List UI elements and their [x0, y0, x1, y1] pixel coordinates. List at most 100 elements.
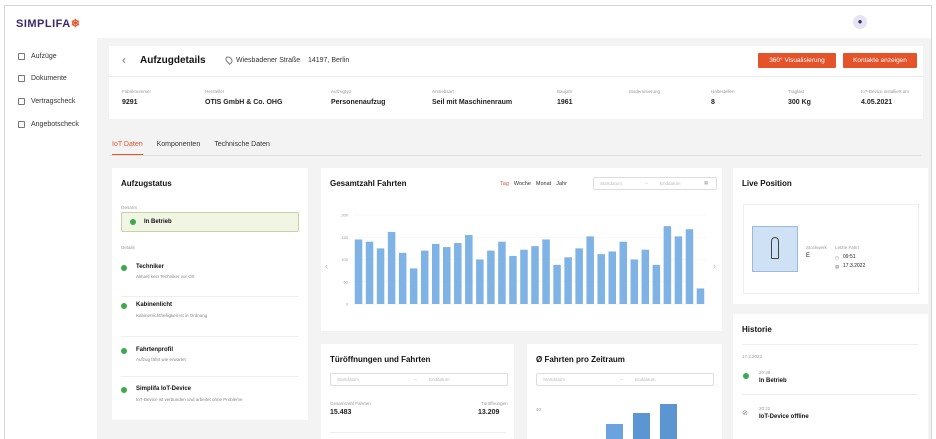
- chart-prev-arrow-icon[interactable]: ‹: [325, 261, 328, 271]
- rides-bar[interactable]: [652, 264, 661, 304]
- live-position-card: Live Position Stockwerk E Letzte Fahrt ◷…: [733, 168, 928, 304]
- rides-period-filters: Tag Woche Monat Jahr: [500, 181, 567, 187]
- rides-bar[interactable]: [674, 236, 683, 304]
- rides-bar[interactable]: [443, 247, 451, 304]
- rides-bar[interactable]: [575, 248, 583, 304]
- rides-bar[interactable]: [420, 250, 429, 304]
- filter-tag[interactable]: Tag: [500, 181, 509, 187]
- avg-bar: [606, 424, 623, 439]
- contract-icon: [18, 98, 25, 105]
- user-avatar[interactable]: ●: [853, 15, 867, 29]
- sidebar-item-dokumente[interactable]: Dokumente: [18, 75, 67, 82]
- rides-bar[interactable]: [641, 249, 650, 304]
- status-current-value: In Betrieb: [144, 219, 172, 225]
- rides-end-date: Enddatum: [660, 181, 681, 186]
- y-tick-label: 50: [344, 279, 349, 284]
- rides-bar[interactable]: [376, 248, 385, 304]
- status-item-name: Simplifa IoT-Device: [136, 386, 192, 392]
- avg-bar: [660, 404, 677, 439]
- y-tick-label: 150: [341, 235, 348, 240]
- info-iot-installed: IoT-Device installiert am 4.05.2021: [861, 89, 909, 106]
- info-label: IoT-Device installiert am: [861, 89, 910, 94]
- status-item-desc: Aktuell kein Techniker vor Ort: [136, 274, 195, 279]
- rides-bar[interactable]: [619, 241, 628, 304]
- document-icon: [18, 75, 25, 82]
- detail-tabs: IoT Daten Komponenten Technische Daten: [112, 141, 270, 155]
- rides-bar[interactable]: [465, 235, 473, 304]
- elevator-cabin-icon: [752, 226, 798, 272]
- rides-bar[interactable]: [542, 239, 550, 304]
- info-value: 1961: [557, 99, 573, 106]
- address-city: 14197, Berlin: [307, 57, 350, 64]
- info-haltestellen: Haltestellen 8: [711, 89, 735, 106]
- status-current-label: Gesamt: [121, 205, 137, 210]
- tab-komponenten[interactable]: Komponenten: [157, 141, 201, 155]
- y-tick-label: 200: [341, 213, 348, 218]
- rides-bar[interactable]: [431, 243, 440, 304]
- rides-bar[interactable]: [531, 246, 539, 304]
- rides-bar[interactable]: [630, 259, 639, 305]
- user-icon: ●: [857, 17, 863, 26]
- sidebar: Aufzüge Dokumente Vertragscheck Angebots…: [5, 38, 97, 439]
- chart-next-arrow-icon[interactable]: ›: [713, 261, 716, 271]
- rides-bar[interactable]: [487, 250, 495, 304]
- visualization-360-button[interactable]: 360° Visualisierung: [758, 53, 836, 68]
- doors-date-range-picker[interactable]: Startdatum → Enddatum: [330, 373, 508, 386]
- tab-iot-daten[interactable]: IoT Daten: [112, 141, 143, 155]
- rides-bar[interactable]: [365, 241, 374, 304]
- filter-jahr[interactable]: Jahr: [556, 181, 567, 187]
- rides-bar[interactable]: [409, 268, 418, 304]
- calendar-icon: ▦: [835, 264, 840, 269]
- sidebar-item-label: Dokumente: [31, 75, 67, 82]
- info-antriebsart: Antriebsart Seil mit Maschinenraum: [432, 89, 512, 106]
- rides-bar[interactable]: [586, 236, 594, 304]
- rides-bar[interactable]: [398, 252, 407, 304]
- rides-date-range-picker[interactable]: Startdatum → Enddatum ▦: [593, 177, 717, 190]
- sidebar-item-label: Vertragscheck: [31, 98, 76, 105]
- rides-bar[interactable]: [498, 241, 506, 304]
- rides-bar[interactable]: [685, 229, 694, 304]
- tab-technische-daten[interactable]: Technische Daten: [214, 141, 270, 155]
- info-label: Traglast: [788, 89, 805, 94]
- history-card: Historie 17.3.2022 20:36 In Betrieb ⊘ 20…: [733, 314, 928, 439]
- doors-rides-label: Gesamtzahl Fahrten: [330, 401, 371, 406]
- rides-bar[interactable]: [553, 264, 561, 304]
- rides-bar[interactable]: [564, 257, 572, 304]
- rides-bar[interactable]: [608, 251, 616, 304]
- sidebar-item-angebotscheck[interactable]: Angebotscheck: [18, 121, 79, 128]
- history-divider: [742, 394, 918, 395]
- status-details-label: Details: [121, 245, 135, 250]
- sidebar-item-aufzuege[interactable]: Aufzüge: [18, 53, 57, 60]
- show-contacts-button[interactable]: Kontakte anzeigen: [843, 53, 917, 68]
- filter-woche[interactable]: Woche: [514, 181, 531, 187]
- rides-bar[interactable]: [354, 239, 363, 304]
- rides-bar[interactable]: [597, 254, 605, 304]
- history-entry-text: IoT-Device offline: [759, 414, 809, 420]
- rides-bar[interactable]: [696, 288, 705, 304]
- info-modernisierung: Modernisierung: [629, 89, 660, 99]
- avg-date-range-picker[interactable]: Startdatum → Enddatum: [536, 373, 714, 386]
- history-entry-time: 20:36: [759, 370, 771, 375]
- status-dot-icon: [121, 303, 127, 309]
- back-button[interactable]: ‹: [122, 53, 126, 67]
- doors-end-date: Enddatum: [429, 377, 450, 382]
- elevator-icon: [18, 53, 25, 60]
- info-value: 8: [711, 99, 715, 106]
- simplifa-logo[interactable]: SIMPLIFA❄: [16, 17, 80, 30]
- filter-monat[interactable]: Monat: [536, 181, 551, 187]
- tab-underline: [109, 155, 921, 156]
- doors-openings-label: Türöffnungen: [481, 401, 508, 406]
- rides-bar[interactable]: [476, 259, 484, 305]
- y-tick-label: 100: [341, 257, 348, 262]
- rides-bar[interactable]: [663, 226, 672, 304]
- history-entry-time: 20:22: [759, 406, 771, 411]
- status-dot-icon: [743, 373, 749, 379]
- rides-bar[interactable]: [509, 255, 517, 304]
- sidebar-item-vertragscheck[interactable]: Vertragscheck: [18, 98, 75, 105]
- rides-bar[interactable]: [454, 243, 462, 304]
- rides-bar[interactable]: [520, 249, 528, 304]
- last-ride-label: Letzte Fahrt: [835, 245, 860, 250]
- status-item-desc: Kabinenlichthelligkeit ist in Ordnung: [136, 313, 208, 318]
- person-icon: [771, 237, 779, 259]
- rides-bar[interactable]: [387, 231, 396, 304]
